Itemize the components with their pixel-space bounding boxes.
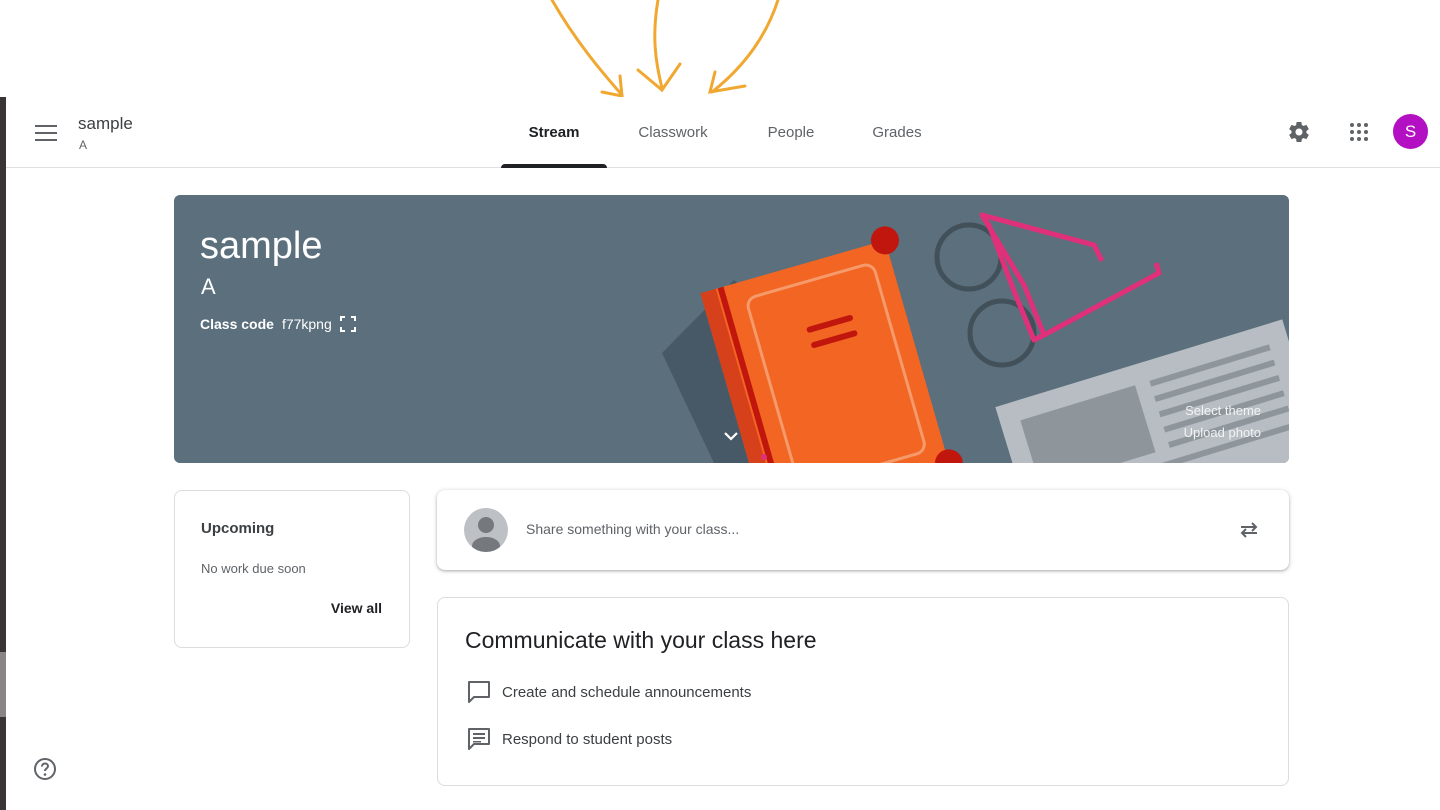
share-announcement-box[interactable]: Share something with your class... [437, 490, 1289, 570]
fullscreen-icon[interactable] [339, 316, 356, 332]
comment-icon [468, 728, 490, 750]
scroll-handle[interactable] [0, 652, 6, 717]
select-theme-link[interactable]: Select theme [1185, 403, 1261, 418]
person-icon [472, 517, 500, 552]
class-settings-button[interactable] [1285, 118, 1313, 146]
top-app-bar: sample A Stream Classwork People Grades … [6, 97, 1440, 168]
announcement-tip-label: Create and schedule announcements [502, 683, 752, 701]
banner-class-title: sample [200, 225, 323, 267]
upcoming-heading: Upcoming [201, 520, 275, 537]
tab-stream[interactable]: Stream [501, 97, 607, 168]
class-code-label: Class code [200, 316, 274, 332]
upcoming-empty-text: No work due soon [201, 561, 306, 576]
apps-grid-icon [1350, 123, 1368, 141]
respond-tip: Respond to student posts [466, 726, 672, 752]
tab-people[interactable]: People [746, 97, 836, 168]
tab-stream-label: Stream [528, 124, 580, 141]
tab-grades-label: Grades [872, 124, 922, 141]
chevron-down-icon[interactable] [721, 426, 741, 446]
class-code-value: f77kpng [281, 316, 332, 332]
announcement-tip: Create and schedule announcements [466, 679, 751, 705]
communicate-card: Communicate with your class here Create … [437, 597, 1289, 786]
tab-people-label: People [767, 124, 815, 141]
banner-class-section: A [201, 274, 216, 299]
tab-classwork[interactable]: Classwork [620, 97, 726, 168]
repost-icon[interactable] [1237, 518, 1261, 542]
gear-icon [1289, 122, 1309, 143]
window-edge-strip [0, 97, 6, 810]
annotation-arrows [550, 0, 780, 98]
account-avatar[interactable]: S [1393, 114, 1428, 149]
upcoming-card: Upcoming No work due soon View all [174, 490, 410, 648]
tab-grades[interactable]: Grades [854, 97, 940, 168]
class-tabs: Stream Classwork People Grades [6, 97, 1440, 168]
google-apps-button[interactable] [1345, 118, 1373, 146]
class-code-row: Class code f77kpng [200, 316, 356, 332]
upload-photo-link[interactable]: Upload photo [1184, 425, 1261, 440]
share-placeholder-text[interactable]: Share something with your class... [526, 521, 739, 537]
respond-tip-label: Respond to student posts [502, 730, 673, 748]
user-avatar-placeholder [464, 508, 508, 552]
view-all-link[interactable]: View all [331, 600, 382, 616]
class-banner: sample A Class code f77kpng Select theme… [174, 195, 1289, 463]
communicate-heading: Communicate with your class here [465, 627, 817, 653]
help-icon[interactable] [33, 757, 57, 781]
tab-classwork-label: Classwork [638, 124, 708, 141]
announcement-icon [468, 681, 490, 703]
